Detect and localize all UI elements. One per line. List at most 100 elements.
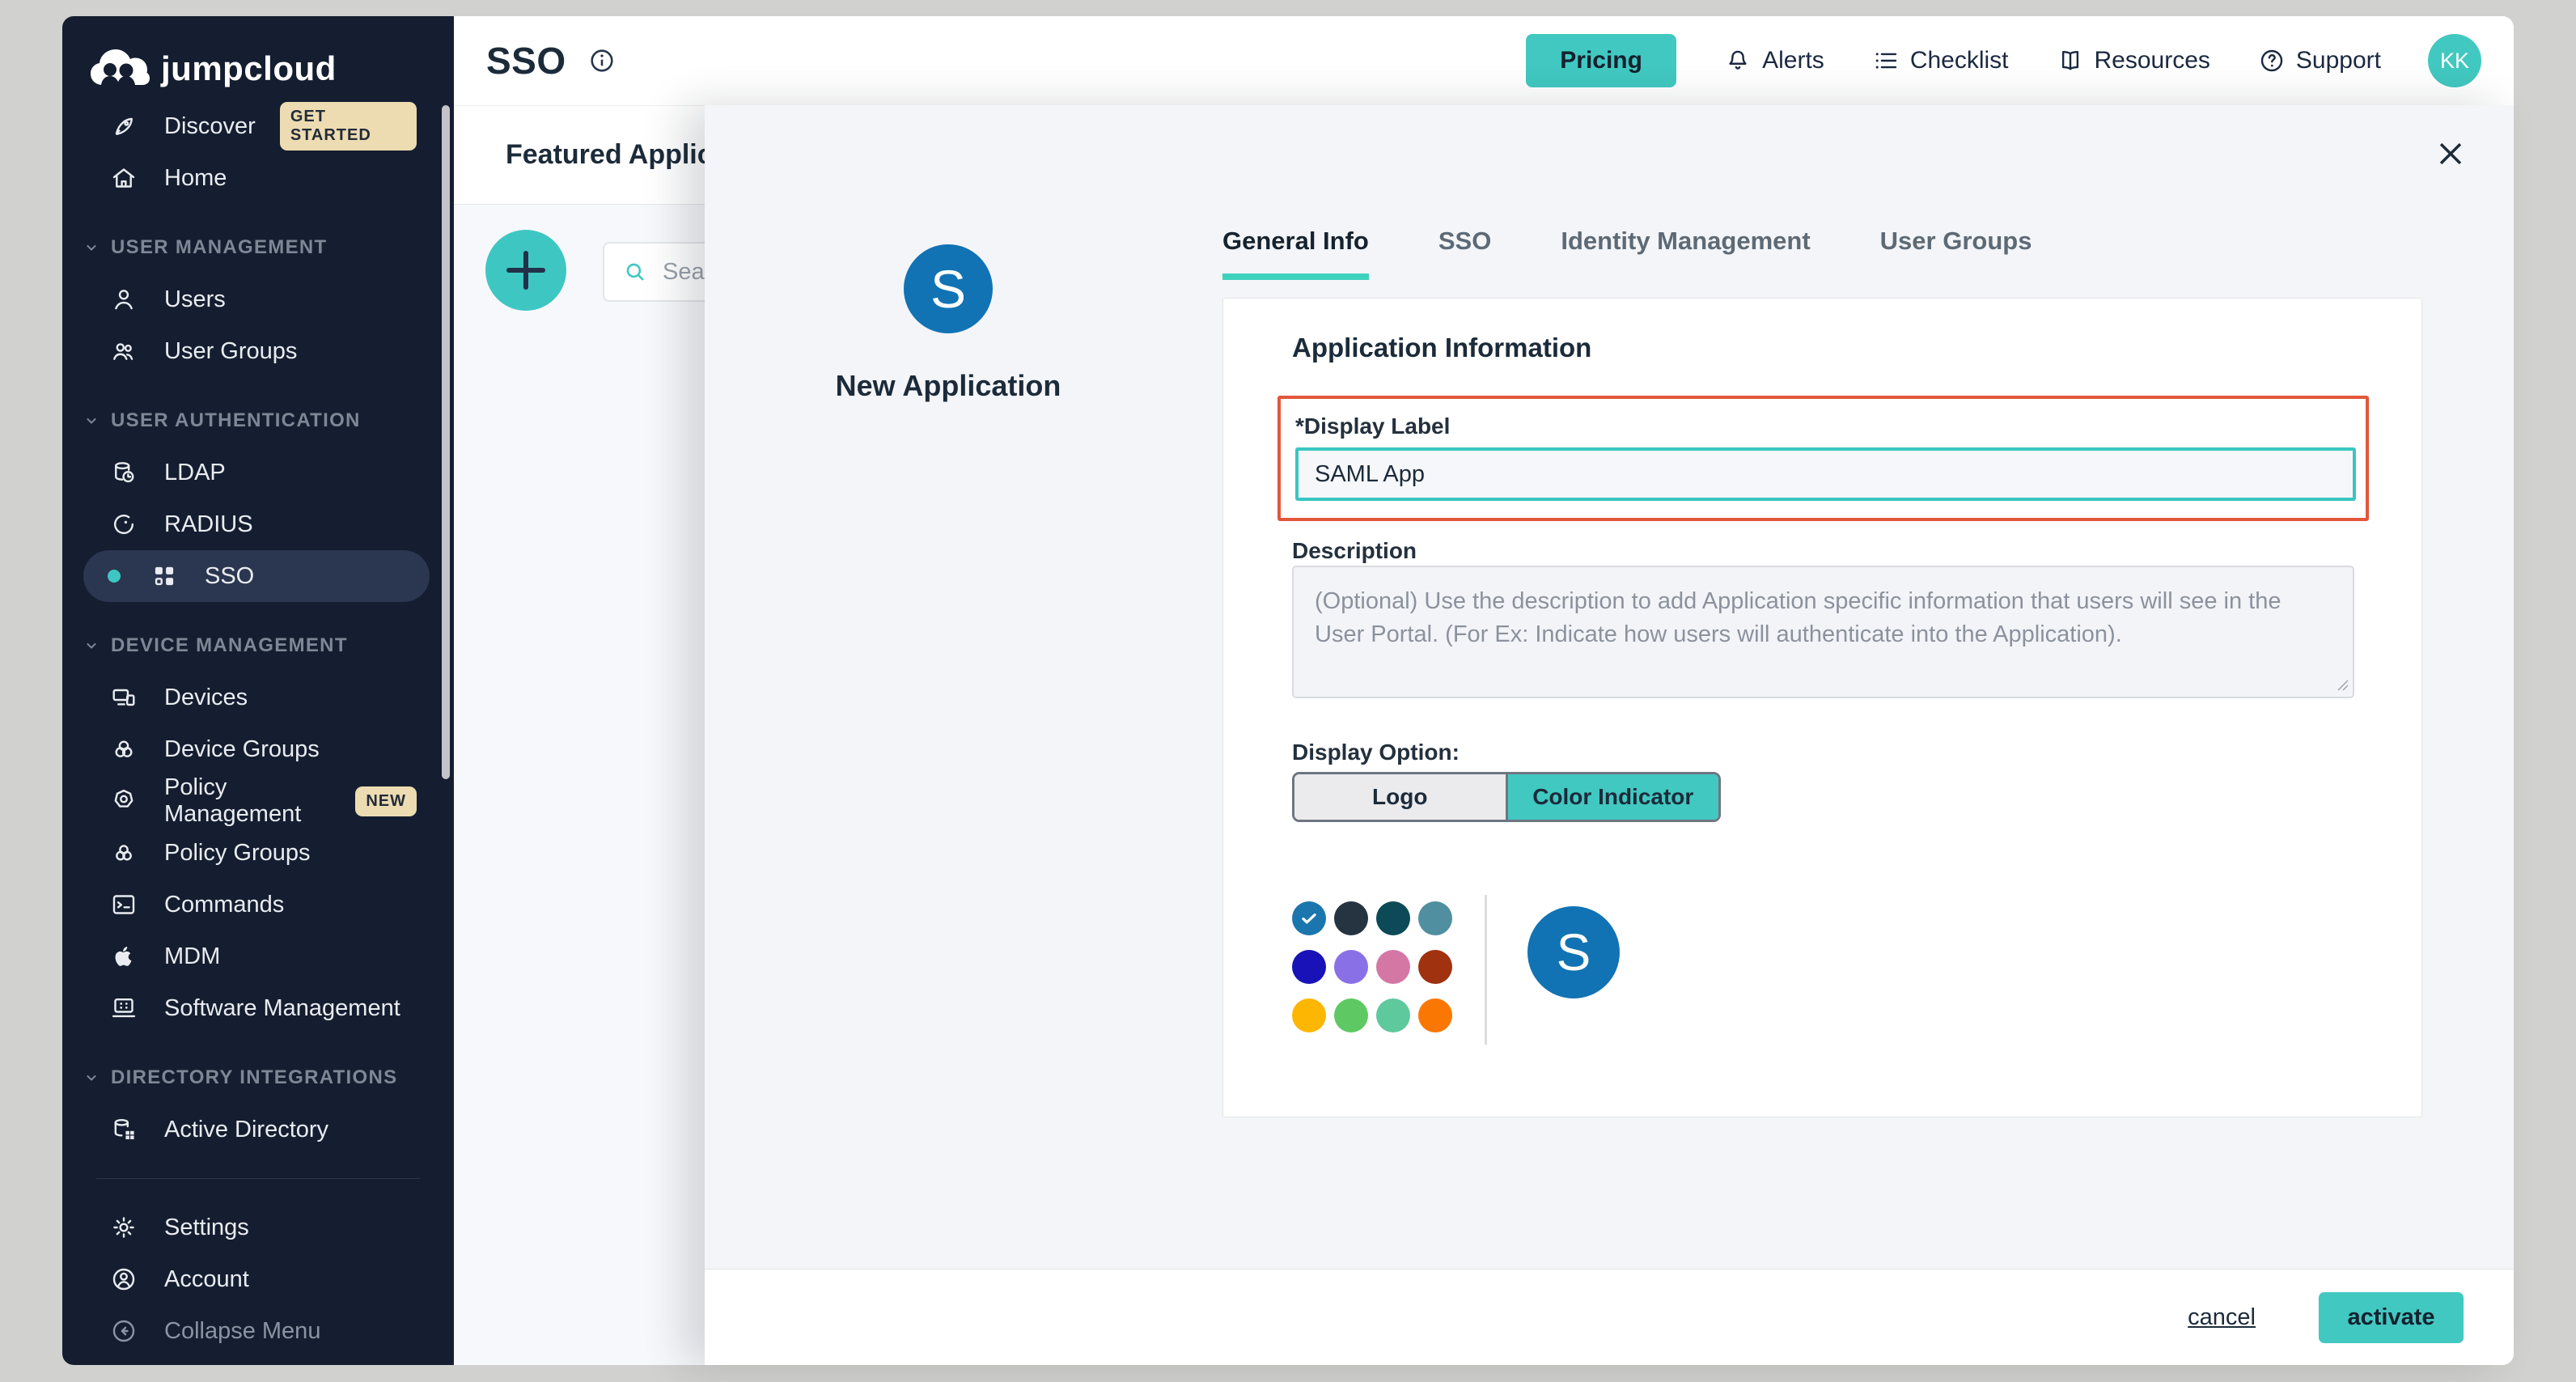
display-option-color-indicator[interactable]: Color Indicator xyxy=(1506,774,1719,820)
topnav-checklist[interactable]: Checklist xyxy=(1871,46,2009,75)
topbar-actions: Pricing AlertsChecklistResourcesSupport … xyxy=(1526,34,2481,87)
color-swatch-9[interactable] xyxy=(1292,998,1326,1032)
chevron-down-icon xyxy=(83,638,100,654)
topnav-alerts[interactable]: Alerts xyxy=(1723,46,1824,75)
sidebar-section-user-management[interactable]: USER MANAGEMENT xyxy=(62,222,454,273)
color-swatch-10[interactable] xyxy=(1334,998,1368,1032)
sidebar-item-settings[interactable]: Settings xyxy=(62,1202,454,1253)
sidebar-item-mdm[interactable]: MDM xyxy=(62,931,454,982)
modal-footer: cancel activate xyxy=(705,1269,2514,1365)
color-swatch-6[interactable] xyxy=(1334,950,1368,984)
sidebar-item-software-management[interactable]: Software Management xyxy=(62,982,454,1034)
display-label-input[interactable] xyxy=(1295,447,2356,501)
application-name: New Application xyxy=(782,369,1114,403)
color-swatch-7[interactable] xyxy=(1376,950,1410,984)
sidebar-item-active-directory[interactable]: Active Directory xyxy=(62,1104,454,1155)
sidebar-section-user-authentication[interactable]: USER AUTHENTICATION xyxy=(62,395,454,447)
device-groups-icon xyxy=(108,733,140,765)
description-field xyxy=(1292,566,2354,698)
book-icon xyxy=(2056,46,2085,75)
user-icon xyxy=(108,283,140,316)
pricing-button[interactable]: Pricing xyxy=(1526,34,1676,87)
software-icon xyxy=(108,992,140,1024)
application-avatar: S xyxy=(904,244,993,333)
sidebar: jumpcloud DiscoverGET STARTED Home USER MA… xyxy=(62,16,454,1365)
add-application-button[interactable] xyxy=(485,230,566,311)
color-swatch-1[interactable] xyxy=(1292,901,1326,935)
info-icon[interactable] xyxy=(587,46,616,75)
sidebar-item-policy-groups[interactable]: Policy Groups xyxy=(62,827,454,879)
bell-icon xyxy=(1723,46,1752,75)
sidebar-item-policy-management[interactable]: Policy ManagementNEW xyxy=(62,775,454,827)
sidebar-item-label: Device Groups xyxy=(164,736,320,763)
sidebar-item-label: SSO xyxy=(205,563,254,590)
description-textarea[interactable] xyxy=(1292,566,2354,698)
avatar[interactable]: KK xyxy=(2428,34,2481,87)
topnav-support[interactable]: Support xyxy=(2257,46,2381,75)
active-directory-icon xyxy=(108,1113,140,1146)
jumpcloud-logo[interactable]: jumpcloud xyxy=(62,16,454,100)
sidebar-item-label: RADIUS xyxy=(164,511,253,538)
tab-identity-management[interactable]: Identity Management xyxy=(1561,227,1810,280)
color-swatch-4[interactable] xyxy=(1418,901,1452,935)
sidebar-scrollbar[interactable] xyxy=(442,105,450,779)
display-option-toggle: LogoColor Indicator xyxy=(1292,772,1721,822)
color-swatch-5[interactable] xyxy=(1292,950,1326,984)
sidebar-item-users[interactable]: Users xyxy=(62,273,454,325)
sidebar-item-label: Devices xyxy=(164,685,248,711)
display-option-logo[interactable]: Logo xyxy=(1294,774,1506,820)
featured-applications-title: Featured Applica xyxy=(506,139,728,171)
sidebar-section-device-management[interactable]: DEVICE MANAGEMENT xyxy=(62,620,454,672)
account-icon xyxy=(108,1263,140,1295)
sidebar-section-directory-integrations[interactable]: DIRECTORY INTEGRATIONS xyxy=(62,1052,454,1104)
display-label-label: *Display Label xyxy=(1295,413,1450,439)
sidebar-item-label: LDAP xyxy=(164,460,226,486)
sidebar-item-radius[interactable]: RADIUS xyxy=(62,498,454,550)
modal-tabs: General Info SSO Identity Management User G… xyxy=(1222,227,2032,280)
description-label: Description xyxy=(1292,538,1417,564)
color-swatch-2[interactable] xyxy=(1334,901,1368,935)
color-palette xyxy=(1292,901,1460,1047)
sidebar-item-label: MDM xyxy=(164,943,220,970)
home-icon xyxy=(108,162,140,194)
sidebar-item-sso[interactable]: SSO xyxy=(83,550,430,602)
tab-sso[interactable]: SSO xyxy=(1438,227,1491,280)
sidebar-item-account[interactable]: Account xyxy=(62,1253,454,1305)
activate-button[interactable]: activate xyxy=(2319,1292,2464,1343)
search-icon xyxy=(622,259,648,285)
card-heading: Application Information xyxy=(1292,333,1591,363)
sidebar-divider xyxy=(96,1178,420,1179)
sidebar-item-device-groups[interactable]: Device Groups xyxy=(62,723,454,775)
logo-text: jumpcloud xyxy=(161,49,337,88)
devices-icon xyxy=(108,681,140,714)
policy-icon xyxy=(108,785,140,817)
cancel-button[interactable]: cancel xyxy=(2188,1304,2256,1331)
sidebar-item-user-groups[interactable]: User Groups xyxy=(62,325,454,377)
application-identity: S New Application xyxy=(782,244,1114,403)
chevron-down-icon xyxy=(83,413,100,429)
sidebar-item-devices[interactable]: Devices xyxy=(62,672,454,723)
color-swatch-11[interactable] xyxy=(1376,998,1410,1032)
sso-icon xyxy=(148,560,180,592)
sidebar-item-label: Collapse Menu xyxy=(164,1318,320,1345)
general-info-card: Application Information *Display Label D… xyxy=(1222,298,2422,1117)
tab-user-groups[interactable]: User Groups xyxy=(1880,227,2032,280)
color-swatch-3[interactable] xyxy=(1376,901,1410,935)
color-swatch-8[interactable] xyxy=(1418,950,1452,984)
cloud-logo-icon xyxy=(88,48,150,90)
sidebar-item-ldap[interactable]: LDAP xyxy=(62,447,454,498)
sidebar-item-home[interactable]: Home xyxy=(62,152,454,204)
help-icon xyxy=(2257,46,2286,75)
sidebar-item-commands[interactable]: Commands xyxy=(62,879,454,931)
close-icon[interactable] xyxy=(2433,136,2468,172)
topnav-resources[interactable]: Resources xyxy=(2056,46,2210,75)
tab-general-info[interactable]: General Info xyxy=(1222,227,1369,280)
radius-icon xyxy=(108,508,140,541)
color-swatch-12[interactable] xyxy=(1418,998,1452,1032)
sidebar-item-label: Home xyxy=(164,165,227,192)
sidebar-item-label: Policy Groups xyxy=(164,840,311,867)
sidebar-item-collapse-menu[interactable]: Collapse Menu xyxy=(62,1305,454,1357)
sidebar-item-discover[interactable]: DiscoverGET STARTED xyxy=(62,100,454,152)
sidebar-item-label: Software Management xyxy=(164,995,400,1022)
sidebar-item-label: Discover xyxy=(164,113,256,140)
